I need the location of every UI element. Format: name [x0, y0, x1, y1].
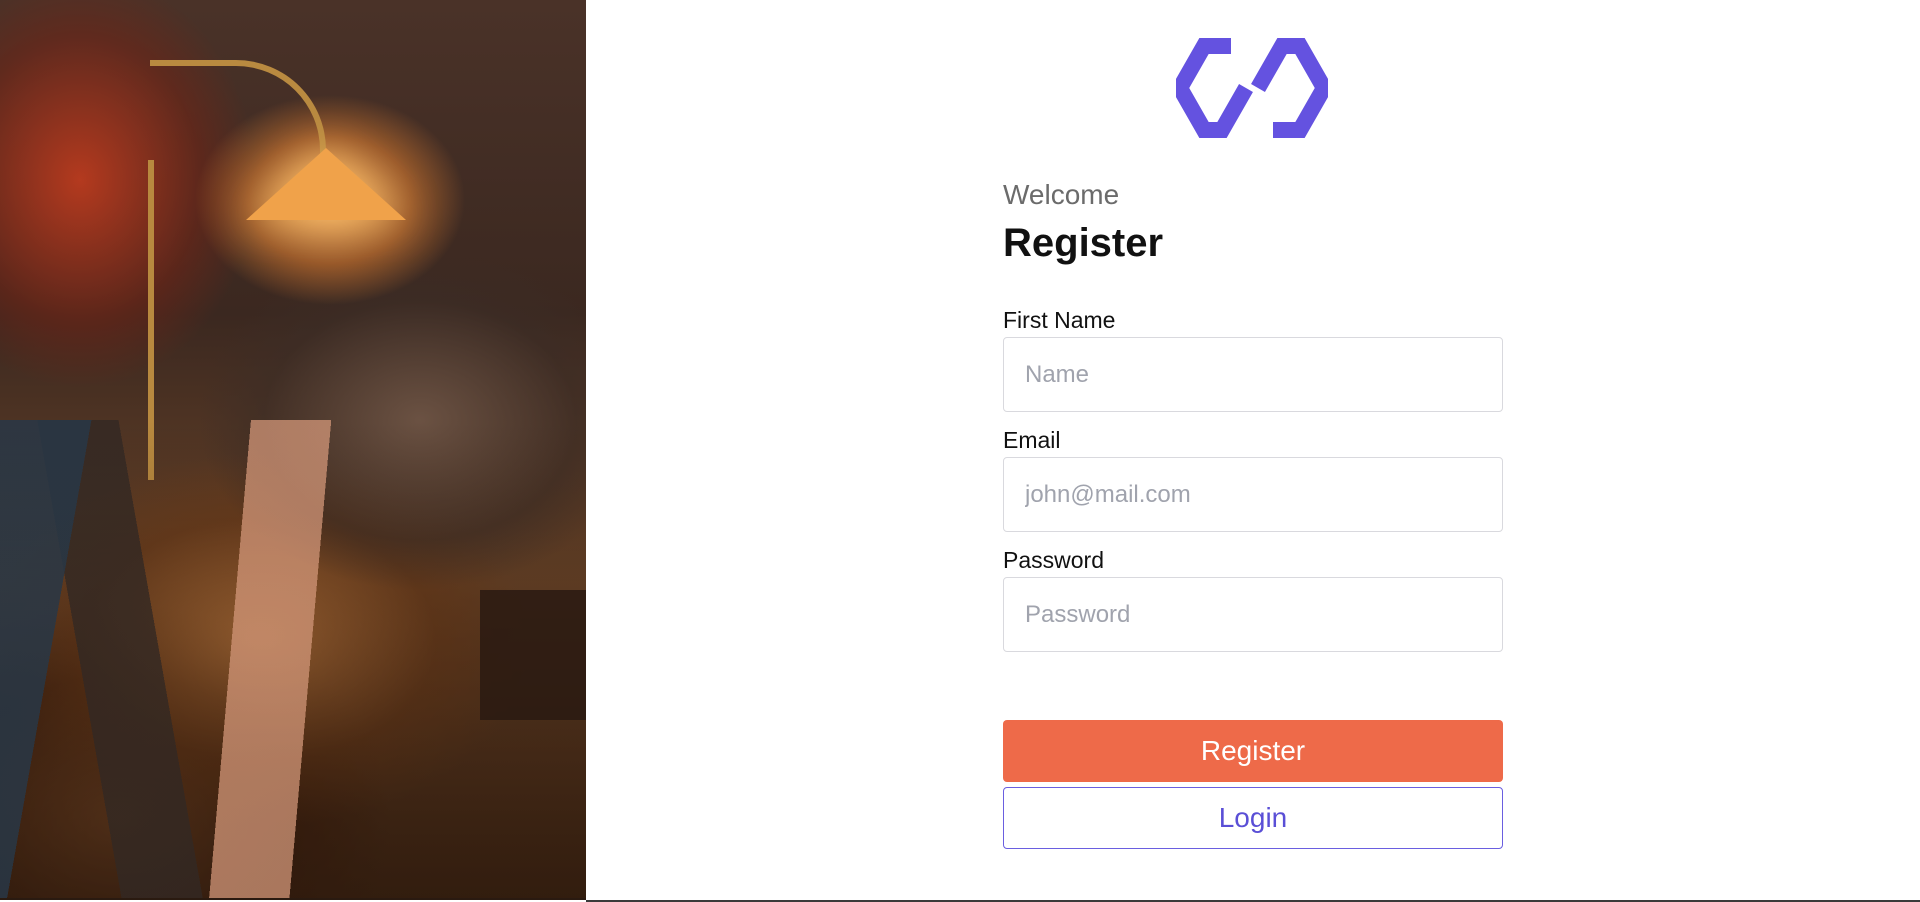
book-stack: [480, 590, 586, 720]
bookshop-photo: [0, 0, 586, 900]
login-button[interactable]: Login: [1003, 787, 1503, 849]
password-group: Password: [1003, 546, 1503, 652]
password-input[interactable]: [1003, 577, 1503, 652]
lamp-shade: [246, 148, 406, 220]
first-name-input[interactable]: [1003, 337, 1503, 412]
first-name-label: First Name: [1003, 307, 1116, 333]
password-label: Password: [1003, 547, 1104, 573]
register-button[interactable]: Register: [1003, 720, 1503, 782]
email-input[interactable]: [1003, 457, 1503, 532]
first-name-group: First Name: [1003, 306, 1503, 412]
photo-bottom-edge: [0, 898, 586, 900]
email-label: Email: [1003, 427, 1061, 453]
infinity-link-logo-icon: [1176, 38, 1328, 138]
email-group: Email: [1003, 426, 1503, 532]
page-title: Register: [1003, 221, 1164, 265]
register-page: Welcome Register First Name Email Passwo…: [0, 0, 1920, 902]
register-form: Welcome Register First Name Email Passwo…: [1003, 178, 1503, 849]
welcome-text: Welcome: [1003, 179, 1120, 210]
